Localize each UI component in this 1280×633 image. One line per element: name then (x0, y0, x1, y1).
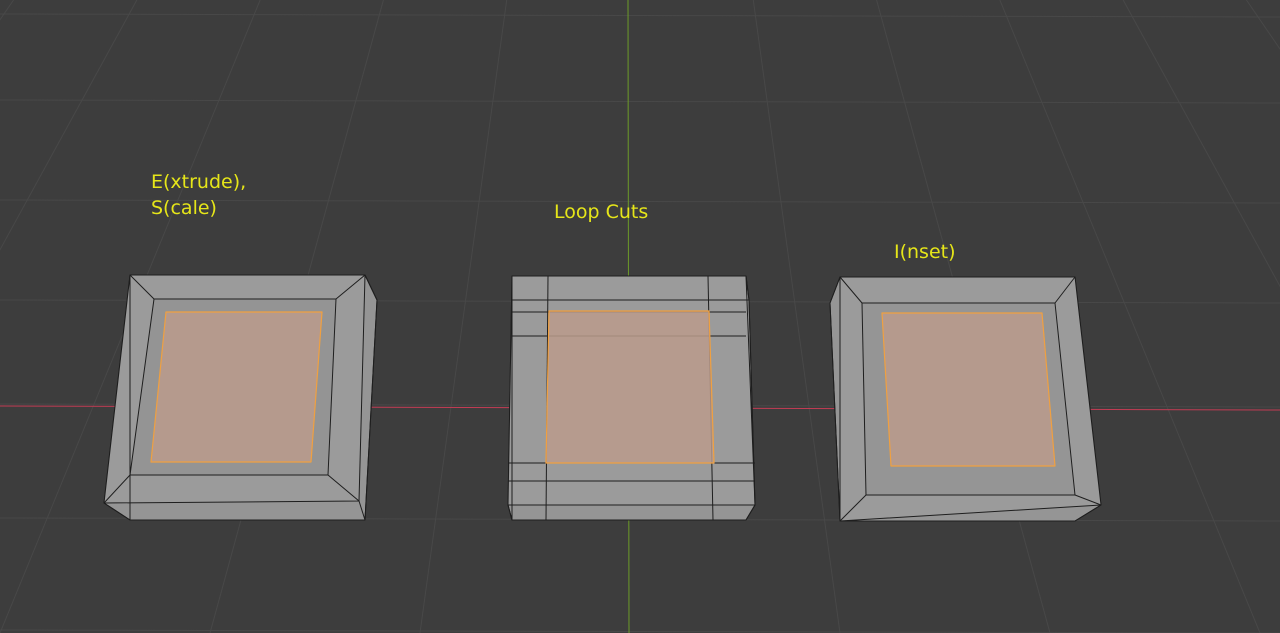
selected-face[interactable] (881, 312, 1056, 467)
viewport-scene[interactable] (0, 0, 1280, 633)
selected-face[interactable] (545, 310, 715, 464)
grid-line (1246, 0, 1280, 50)
3d-viewport[interactable]: E(xtrude), S(cale) Loop Cuts I(nset) (0, 0, 1280, 633)
grid-line (1122, 0, 1280, 288)
grid-line (0, 13, 1280, 18)
extrude-scale-mesh[interactable] (103, 274, 378, 521)
annotation-inset: I(nset) (894, 241, 956, 263)
grid-line (0, 99, 1280, 104)
annotation-scale-line: S(cale) (151, 197, 217, 219)
annotation-extrude-line: E(xtrude), (151, 171, 247, 193)
grid-line (0, 0, 138, 251)
annotation-extrude-scale: E(xtrude), S(cale) (151, 169, 246, 221)
grid-line (752, 0, 841, 633)
loop-cuts-mesh[interactable] (507, 275, 756, 521)
grid-line (419, 0, 508, 633)
inset-mesh[interactable] (829, 276, 1102, 522)
grid-line (0, 0, 14, 21)
selected-face[interactable] (150, 311, 323, 463)
annotation-loop-cuts: Loop Cuts (554, 201, 649, 223)
